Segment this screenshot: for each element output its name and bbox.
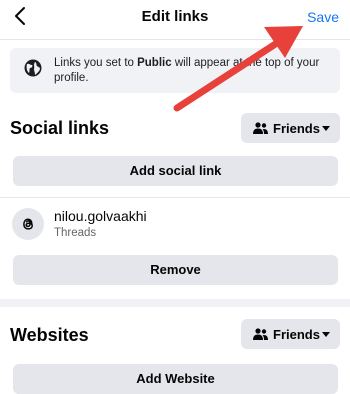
public-label: Public bbox=[137, 57, 172, 69]
add-social-link-button[interactable]: Add social link bbox=[13, 156, 338, 186]
header-divider bbox=[0, 39, 350, 40]
threads-icon bbox=[23, 218, 33, 230]
info-banner-text: Links you set to Public will appear at t… bbox=[54, 57, 320, 84]
section-separator bbox=[0, 299, 350, 307]
top-bar: Edit links Save bbox=[0, 0, 350, 34]
websites-heading: Websites bbox=[10, 325, 89, 345]
globe-icon bbox=[24, 59, 42, 77]
threads-avatar bbox=[12, 208, 44, 240]
websites-audience-dropdown[interactable]: Friends bbox=[241, 319, 340, 349]
caret-down-icon bbox=[322, 126, 330, 131]
friends-icon bbox=[253, 122, 268, 134]
social-links-heading: Social links bbox=[10, 118, 110, 138]
add-website-button[interactable]: Add Website bbox=[13, 364, 338, 394]
social-link-service: Threads bbox=[54, 227, 97, 239]
friends-icon bbox=[253, 328, 268, 340]
save-button[interactable]: Save bbox=[307, 9, 339, 25]
public-links-info-banner: Links you set to Public will appear at t… bbox=[10, 48, 340, 93]
social-links-audience-dropdown[interactable]: Friends bbox=[241, 113, 340, 143]
remove-social-link-button[interactable]: Remove bbox=[13, 255, 338, 285]
social-link-username: nilou.golvaakhi bbox=[54, 208, 147, 224]
page-title: Edit links bbox=[141, 8, 209, 25]
audience-label: Friends bbox=[273, 327, 320, 342]
section-divider bbox=[0, 197, 350, 198]
caret-down-icon bbox=[322, 332, 330, 337]
audience-label: Friends bbox=[273, 121, 320, 136]
